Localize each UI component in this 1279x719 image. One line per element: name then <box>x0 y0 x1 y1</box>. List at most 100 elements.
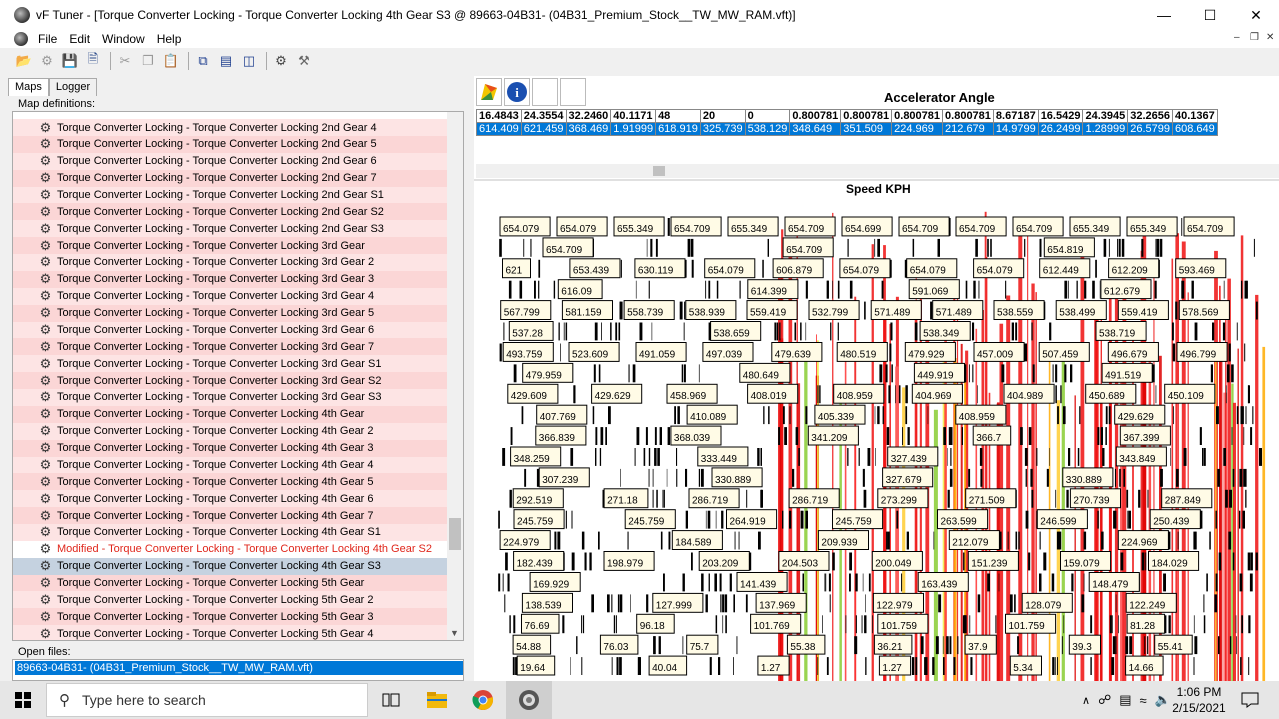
data-cell[interactable]: 368.469 <box>565 122 612 136</box>
speed-value-label[interactable]: 614.399 <box>747 279 799 300</box>
menu-help[interactable]: Help <box>155 32 184 46</box>
child-close-icon[interactable]: ✕ <box>1266 32 1274 43</box>
speed-value-label[interactable]: 333.449 <box>697 446 749 467</box>
speed-value-label[interactable]: 343.849 <box>1115 446 1167 467</box>
show-hidden-icons-icon[interactable]: ∧ <box>1082 694 1090 707</box>
hscroll-thumb[interactable] <box>653 166 665 176</box>
speed-value-label[interactable]: 654.079 <box>973 258 1025 279</box>
data-cell[interactable]: 224.969 <box>891 122 944 136</box>
map-definition-item[interactable]: ⚙ Torque Converter Locking - Torque Conve… <box>13 625 447 640</box>
x-axis-cell[interactable]: 16.5429 <box>1037 109 1084 123</box>
speed-value-label[interactable]: 224.979 <box>499 530 551 551</box>
speed-value-label[interactable]: 654.079 <box>499 216 551 237</box>
cut-icon[interactable]: ✂ <box>115 51 135 71</box>
speed-value-label[interactable]: 141.439 <box>736 572 788 592</box>
speed-value-label[interactable]: 655.349 <box>1126 216 1178 237</box>
speed-value-label[interactable]: 538.499 <box>1055 300 1107 320</box>
speed-value-label[interactable]: 654.709 <box>784 216 836 237</box>
map-definition-item[interactable]: ⚙ Torque Converter Locking - Torque Conve… <box>13 405 447 423</box>
speed-value-label[interactable]: 200.049 <box>871 551 923 571</box>
speed-value-label[interactable]: 341.209 <box>807 425 859 446</box>
speed-value-label[interactable]: 621 <box>502 258 531 279</box>
speed-value-label[interactable]: 496.799 <box>1176 342 1228 362</box>
speed-value-label[interactable]: 408.959 <box>955 404 1007 425</box>
speed-value-label[interactable]: 654.709 <box>1012 216 1064 237</box>
speed-value-label[interactable]: 287.849 <box>1161 488 1213 509</box>
speed-value-label[interactable]: 75.7 <box>686 634 719 655</box>
speed-value-label[interactable]: 429.629 <box>1114 404 1166 425</box>
speed-value-label[interactable]: 76.03 <box>599 634 639 655</box>
speed-value-label[interactable]: 655.349 <box>1069 216 1121 237</box>
scroll-down-arrow-icon[interactable]: ▼ <box>450 628 459 638</box>
x-axis-cell[interactable]: 16.4843 <box>476 109 522 123</box>
speed-value-label[interactable]: 184.029 <box>1148 551 1200 571</box>
speed-value-label[interactable]: 558.739 <box>623 300 675 320</box>
map-definition-item[interactable]: ⚙ Torque Converter Locking - Torque Conve… <box>13 203 447 221</box>
speed-value-label[interactable]: 571.489 <box>870 300 922 320</box>
speed-value-label[interactable]: 654.709 <box>670 216 722 237</box>
map-definition-item[interactable]: ⚙ Torque Converter Locking - Torque Conve… <box>13 507 447 524</box>
speed-value-label[interactable]: 538.939 <box>685 300 737 320</box>
chrome-icon[interactable] <box>460 681 506 719</box>
speed-value-label[interactable]: 203.209 <box>698 551 750 571</box>
speed-value-label[interactable]: 612.449 <box>1039 258 1091 279</box>
speed-value-label[interactable]: 169.929 <box>529 572 581 592</box>
speed-value-label[interactable]: 55.38 <box>786 634 826 655</box>
map-definition-item[interactable]: ⚙ Torque Converter Locking - Torque Conve… <box>13 321 447 339</box>
data-cell[interactable]: 621.459 <box>520 122 567 136</box>
map-definition-item[interactable]: ⚙ Torque Converter Locking - Torque Conve… <box>13 270 447 288</box>
speed-value-label[interactable]: 264.919 <box>726 509 778 530</box>
speed-value-label[interactable]: 538.659 <box>710 321 762 341</box>
speed-value-label[interactable]: 654.079 <box>906 258 958 279</box>
map-definition-item[interactable]: ⚙ Modified - Torque Converter Locking - T… <box>13 540 447 558</box>
data-cell[interactable]: 26.5799 <box>1127 122 1173 136</box>
speed-value-label[interactable]: 654.699 <box>841 216 893 237</box>
properties-icon[interactable]: ⚙ <box>37 51 57 71</box>
speed-value-label[interactable]: 653.439 <box>569 258 621 279</box>
speed-value-label[interactable]: 273.299 <box>877 488 929 509</box>
speed-value-label[interactable]: 408.959 <box>833 383 885 404</box>
tools-icon[interactable]: ⚒ <box>294 51 314 71</box>
data-cell[interactable]: 1.28999 <box>1082 122 1129 136</box>
map-definition-item[interactable]: ⚙ Torque Converter Locking - Torque Conve… <box>13 355 447 373</box>
speed-value-label[interactable]: 101.759 <box>877 613 929 634</box>
speed-value-label[interactable]: 55.41 <box>1154 634 1193 655</box>
speed-value-label[interactable]: 497.039 <box>702 342 754 362</box>
save-icon[interactable]: 💾 <box>60 51 80 71</box>
speed-value-label[interactable]: 578.569 <box>1178 300 1230 320</box>
speed-value-label[interactable]: 408.019 <box>747 383 799 404</box>
x-axis-cell[interactable]: 20 <box>699 109 746 123</box>
cascade-windows-icon[interactable]: ⧉ <box>193 51 213 71</box>
child-minimize-icon[interactable]: – <box>1234 32 1240 43</box>
data-cell[interactable]: 614.409 <box>476 122 522 136</box>
speed-value-label[interactable]: 496.679 <box>1107 342 1159 362</box>
x-axis-cell[interactable]: 0.800781 <box>840 109 893 123</box>
speed-value-label[interactable]: 307.239 <box>538 467 590 488</box>
document-menu-icon[interactable] <box>14 32 28 46</box>
speed-value-label[interactable]: 655.349 <box>727 216 779 237</box>
speed-value-label[interactable]: 204.503 <box>778 551 830 571</box>
speed-value-label[interactable]: 250.439 <box>1149 509 1201 530</box>
speed-value-label[interactable]: 198.979 <box>603 551 655 571</box>
speed-value-label[interactable]: 1.27 <box>757 655 790 676</box>
speed-value-label[interactable]: 122.979 <box>872 592 924 613</box>
map-definition-item[interactable]: ⚙ Torque Converter Locking - Torque Conve… <box>13 186 447 204</box>
task-view-icon[interactable] <box>368 681 414 719</box>
map-definition-item[interactable]: ⚙ Torque Converter Locking - Torque Conve… <box>13 591 447 609</box>
map-definition-item[interactable]: ⚙ Torque Converter Locking - Torque Conve… <box>13 135 447 153</box>
speed-value-label[interactable]: 630.119 <box>634 258 686 279</box>
save-as-icon[interactable]: 🗎 <box>83 51 103 71</box>
x-axis-cell[interactable]: 0.800781 <box>942 109 994 123</box>
speed-value-label[interactable]: 559.419 <box>1117 300 1169 320</box>
speed-value-label[interactable]: 654.079 <box>556 216 608 237</box>
map-definition-item[interactable]: ⚙ Torque Converter Locking - Torque Conve… <box>13 253 447 271</box>
info-icon[interactable]: i <box>504 78 530 106</box>
speed-value-label[interactable]: 571.489 <box>932 300 984 320</box>
speed-value-label[interactable]: 81.28 <box>1126 613 1166 634</box>
speed-value-label[interactable]: 366.839 <box>535 425 587 446</box>
speed-value-label[interactable]: 348.259 <box>510 446 562 467</box>
speed-value-label[interactable]: 480.649 <box>739 362 791 383</box>
speed-value-label[interactable]: 14.66 <box>1125 655 1164 676</box>
map-definition-item[interactable]: ⚙ Torque Converter Locking - Torque Conve… <box>13 237 447 255</box>
map-definition-item[interactable]: ⚙ Torque Converter Locking - Torque Conve… <box>13 304 447 322</box>
